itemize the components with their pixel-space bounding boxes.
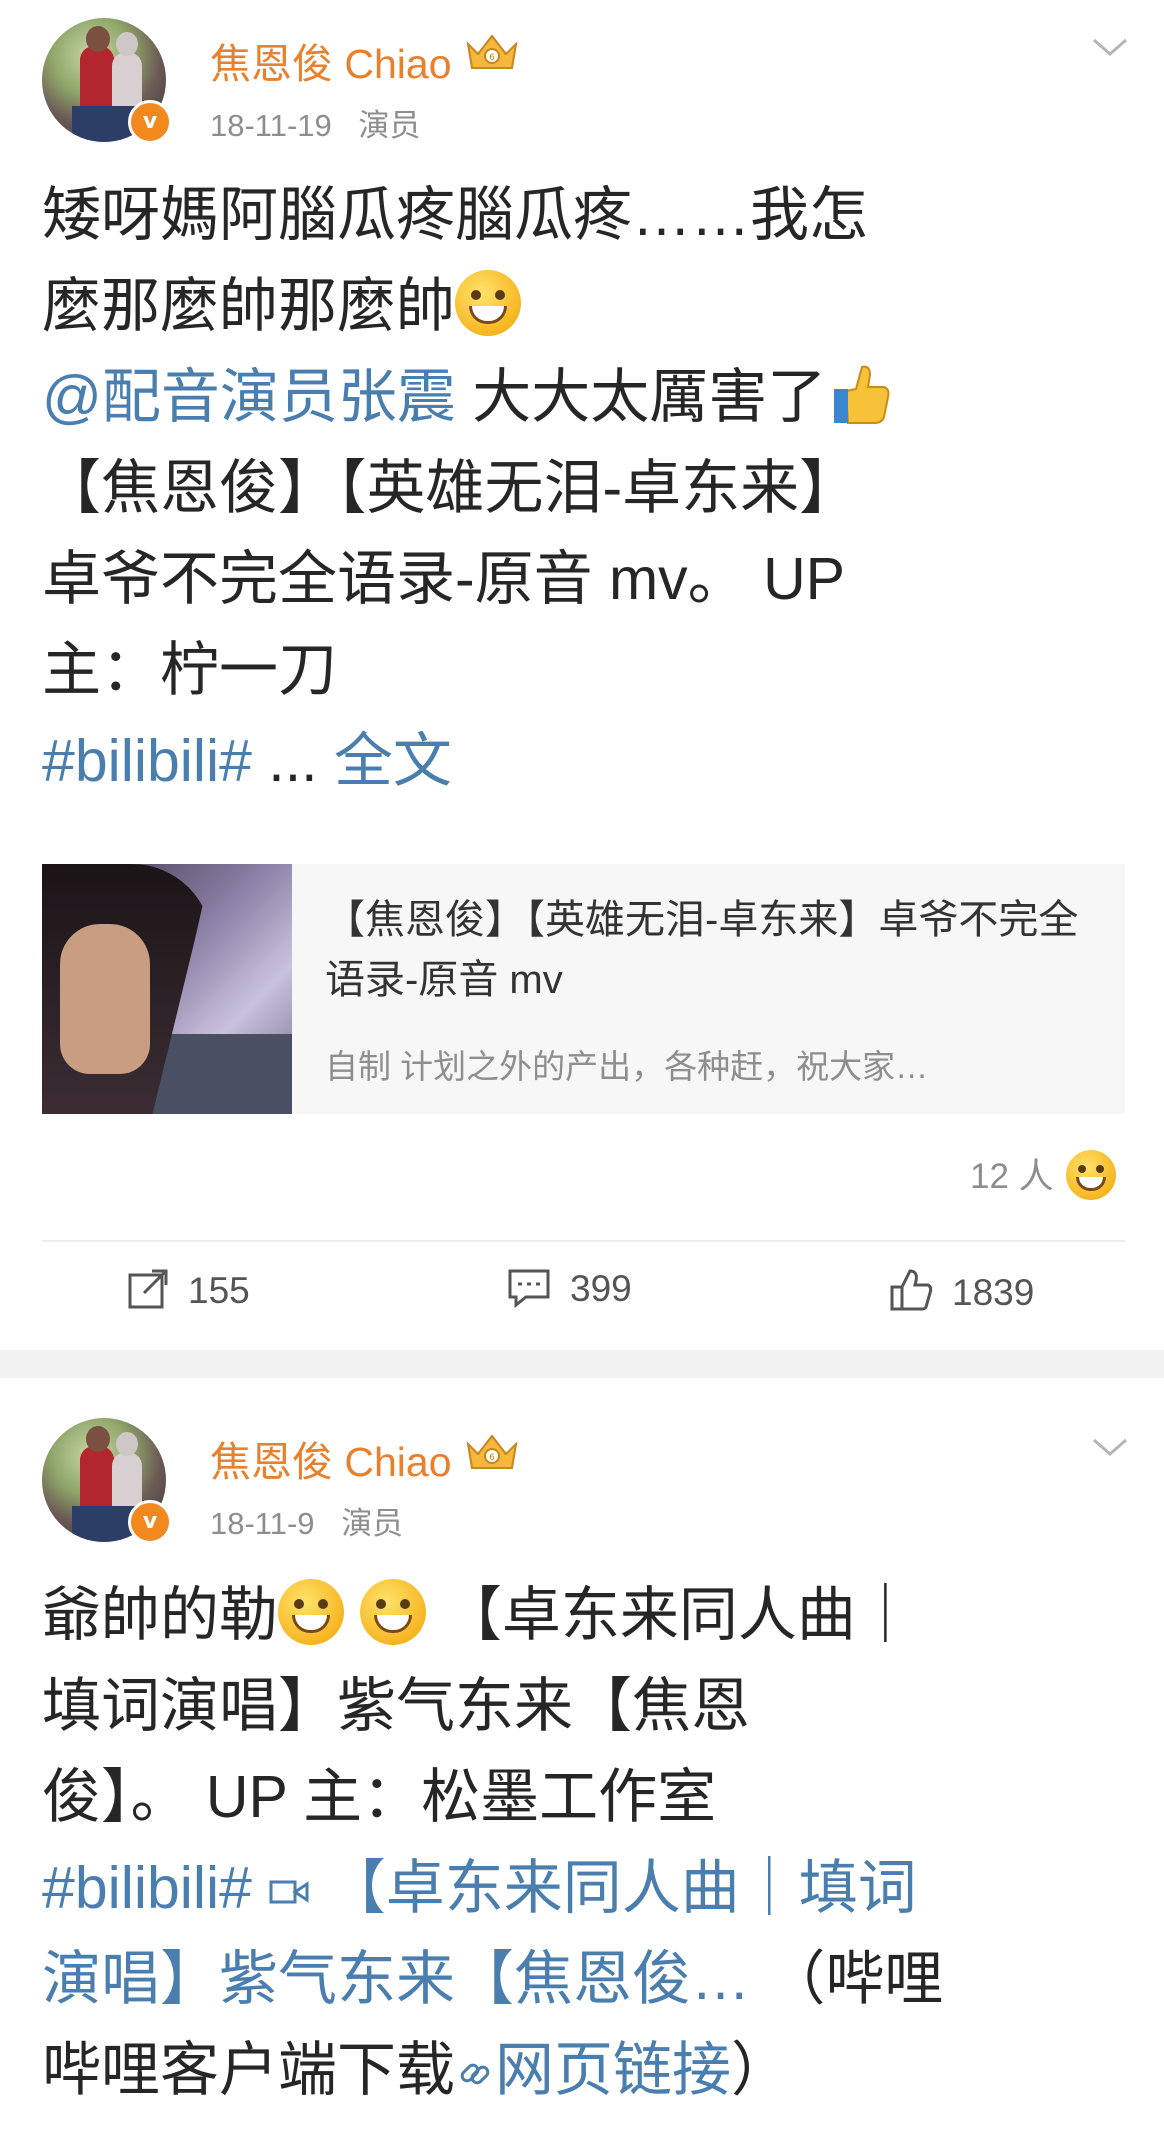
text-line: 【焦恩俊】【英雄无泪-卓东来】	[42, 455, 859, 521]
like-count: 1839	[952, 1272, 1035, 1313]
grin-emoji-icon	[278, 1579, 345, 1645]
verified-v-icon: v	[128, 100, 172, 144]
reaction-count: 12 人	[970, 1157, 1054, 1196]
text-line: 矮呀媽阿腦瓜疼腦瓜疼……我怎	[42, 182, 869, 248]
author-name[interactable]: 焦恩俊 Chiao	[210, 1428, 452, 1488]
card-title: 【焦恩俊】【英雄无泪-卓东来】卓爷不完全语录-原音 mv	[325, 898, 1079, 1002]
divider	[42, 1240, 1125, 1242]
text-span: （哔哩	[750, 1946, 944, 2012]
comment-button[interactable]: 399	[506, 1267, 632, 1323]
like-icon	[890, 1269, 933, 1311]
author-name[interactable]: 焦恩俊 Chiao	[210, 30, 452, 90]
post-meta: 18-11-9 演员	[210, 1498, 421, 1543]
post-date: 18-11-19	[210, 108, 332, 143]
video-link[interactable]: 演唱】紫气东来【焦恩俊…	[42, 1946, 750, 2012]
text-span: ）	[731, 2037, 791, 2103]
video-thumbnail	[42, 864, 292, 1114]
crown-icon[interactable]: 6	[462, 30, 522, 74]
chevron-down-icon[interactable]	[1090, 1436, 1130, 1460]
ellipsis-text: ...	[251, 728, 334, 794]
comment-count: 399	[570, 1268, 632, 1309]
crown-icon[interactable]: 6	[462, 1430, 522, 1474]
video-icon	[269, 1880, 309, 1904]
grin-emoji-icon	[455, 270, 522, 336]
text-line: 主：柠一刀	[42, 637, 338, 703]
video-card[interactable]: 【焦恩俊】【英雄无泪-卓东来】卓爷不完全语录-原音 mv 自制 计划之外的产出，…	[42, 864, 1125, 1114]
text-line: 卓爷不完全语录-原音 mv。 UP	[42, 546, 846, 612]
repost-count: 155	[188, 1270, 250, 1311]
grin-emoji-icon	[1065, 1150, 1116, 1200]
mention-link[interactable]: @配音演员张震	[42, 364, 456, 430]
like-button[interactable]: 1839	[888, 1267, 1034, 1323]
text-span: 哔哩客户端下载	[42, 2037, 456, 2103]
text-line: 填词演唱】紫气东来【焦恩	[42, 1673, 751, 1739]
thumbs-up-emoji-icon	[834, 365, 890, 424]
hashtag-link[interactable]: #bilibili#	[42, 728, 252, 794]
text-line: 俊】。 UP 主：松墨工作室	[42, 1764, 717, 1830]
full-text-link[interactable]: 全文	[334, 728, 452, 794]
text-span: 大大太厲害了	[455, 364, 827, 430]
video-link[interactable]: 【卓东来同人曲｜填词	[327, 1855, 917, 1921]
comment-icon	[508, 1269, 550, 1309]
post-text: 爺帥的勒 【卓东来同人曲｜ 填词演唱】紫气东来【焦恩 俊】。 UP 主：松墨工作…	[42, 1570, 1132, 2116]
web-link[interactable]: 网页链接	[495, 2037, 731, 2103]
weibo-post: v 焦恩俊 Chiao 6 18-11-19 演员 矮呀媽阿腦瓜疼腦瓜疼……我怎…	[0, 0, 1164, 1350]
card-description: 自制 计划之外的产出，各种赶，祝大家…	[325, 1048, 929, 1085]
text-span: 爺帥的勒	[42, 1582, 279, 1648]
text-line: #bilibili# 【卓东来同人曲｜填词	[42, 1843, 1132, 1934]
text-line: 麼那麼帥那麼帥	[42, 261, 1132, 352]
post-separator	[0, 1350, 1164, 1378]
repost-button[interactable]: 155	[126, 1267, 250, 1323]
text-line: #bilibili# ... 全文	[42, 716, 1132, 807]
text-span: 【卓东来同人曲｜	[426, 1582, 915, 1648]
grin-emoji-icon	[360, 1579, 427, 1645]
hashtag-link[interactable]: #bilibili#	[42, 1855, 252, 1921]
repost-icon	[128, 1269, 168, 1309]
text-span: 麼那麼帥那麼帥	[42, 273, 456, 339]
post-date: 18-11-9	[210, 1506, 315, 1541]
post-source: 演员	[358, 108, 421, 143]
text-line: @配音演员张震 大大太厲害了	[42, 352, 1132, 443]
verified-v-icon: v	[128, 1500, 172, 1544]
svg-text:6: 6	[489, 1453, 495, 1463]
link-icon	[460, 2063, 490, 2085]
post-meta: 18-11-19 演员	[210, 100, 438, 145]
text-line: 爺帥的勒 【卓东来同人曲｜	[42, 1570, 1132, 1661]
svg-text:6: 6	[489, 53, 495, 63]
post-text: 矮呀媽阿腦瓜疼腦瓜疼……我怎 麼那麼帥那麼帥 @配音演员张震 大大太厲害了 【焦…	[42, 170, 1132, 807]
text-line: 哔哩客户端下载 网页链接）	[42, 2025, 1132, 2116]
weibo-post: v 焦恩俊 Chiao 6 18-11-9 演员 爺帥的勒 【卓东来同人曲｜ 填…	[0, 1378, 1164, 2138]
text-line: 演唱】紫气东来【焦恩俊… （哔哩	[42, 1934, 1132, 2025]
post-source: 演员	[341, 1506, 404, 1541]
reactions[interactable]: 12 人	[970, 1148, 1116, 1200]
chevron-down-icon[interactable]	[1090, 36, 1130, 60]
